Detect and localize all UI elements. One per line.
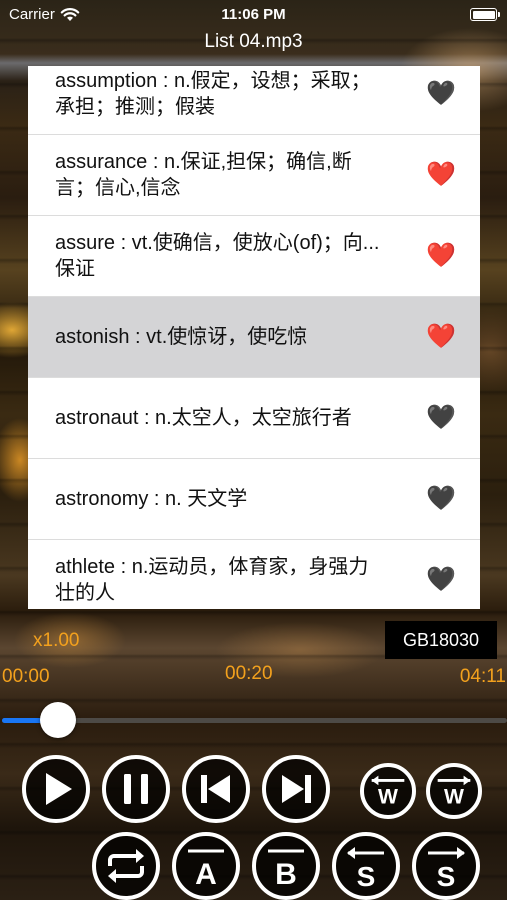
word-definition: astonish : vt.使惊讶，使吃惊 [55,326,308,348]
sentence-prev-letter: S [357,861,376,892]
play-icon [46,773,72,805]
encoding-button[interactable]: GB18030 [385,621,497,659]
pause-button[interactable] [102,755,170,823]
rewind-word-icon: W [371,775,405,808]
status-time: 11:06 PM [221,6,286,23]
playback-speed[interactable]: x1.00 [33,630,79,652]
repeat-icon [108,849,144,883]
time-start: 00:00 [2,666,50,687]
heart-black-icon[interactable]: 🖤 [426,487,456,511]
word-definition: athlete : n.运动员，体育家，身强力壮的人 [55,556,369,604]
list-item[interactable]: astonish : vt.使惊讶，使吃惊 ❤️ [28,297,480,378]
heart-red-icon[interactable]: ❤️ [426,163,456,187]
status-bar: Carrier 11:06 PM [0,0,507,28]
list-item[interactable]: assurance : n.保证,担保；确信,断言；信心,信念 ❤️ [28,135,480,216]
previous-sentence-button[interactable]: S [332,832,400,900]
heart-black-icon[interactable]: 🖤 [426,82,456,106]
rewind-sentence-icon: S [347,847,384,892]
word-definition: assumption : n.假定，设想；采取；承担；推测；假装 [55,70,371,118]
skip-back-icon [201,775,230,803]
sentence-next-letter: S [437,861,456,892]
heart-red-icon[interactable]: ❤️ [426,244,456,268]
word-next-letter: W [444,785,464,808]
play-button[interactable] [22,755,90,823]
b-letter: B [275,858,297,891]
next-word-button[interactable]: W [426,763,482,819]
point-a-icon: A [188,849,224,891]
heart-red-icon[interactable]: ❤️ [426,325,456,349]
set-point-b-button[interactable]: B [252,832,320,900]
time-end: 04:11 [459,666,506,687]
time-current: 00:20 [225,663,273,684]
forward-word-icon: W [437,775,471,808]
progress-slider-fill [2,718,43,723]
word-definition: assurance : n.保证,担保；确信,断言；信心,信念 [55,151,352,199]
heart-black-icon[interactable]: 🖤 [426,568,456,592]
forward-sentence-icon: S [428,847,465,892]
next-sentence-button[interactable]: S [412,832,480,900]
list-item[interactable]: astronomy : n. 天文学 🖤 [28,459,480,540]
point-b-icon: B [268,849,304,891]
word-definition: astronaut : n.太空人，太空旅行者 [55,407,352,429]
progress-slider-track[interactable] [2,718,507,723]
page-title: List 04.mp3 [204,31,303,52]
list-item[interactable]: athlete : n.运动员，体育家，身强力壮的人 🖤 [28,540,480,609]
pause-icon [124,774,148,804]
list-item[interactable]: astronaut : n.太空人，太空旅行者 🖤 [28,378,480,459]
previous-button[interactable] [182,755,250,823]
word-list[interactable]: assumption : n.假定，设想；采取；承担；推测；假装 🖤 assuran… [28,66,480,609]
heart-black-icon[interactable]: 🖤 [426,406,456,430]
previous-word-button[interactable]: W [360,763,416,819]
repeat-button[interactable] [92,832,160,900]
list-item[interactable]: assure : vt.使确信，使放心(of)；向...保证 ❤️ [28,216,480,297]
word-definition: astronomy : n. 天文学 [55,488,248,510]
word-definition: assure : vt.使确信，使放心(of)；向...保证 [55,232,380,280]
skip-forward-icon [282,775,311,803]
word-prev-letter: W [378,785,398,808]
set-point-a-button[interactable]: A [172,832,240,900]
list-item[interactable]: assumption : n.假定，设想；采取；承担；推测；假装 🖤 [28,66,480,135]
a-letter: A [195,858,217,891]
next-button[interactable] [262,755,330,823]
battery-icon [470,8,500,21]
